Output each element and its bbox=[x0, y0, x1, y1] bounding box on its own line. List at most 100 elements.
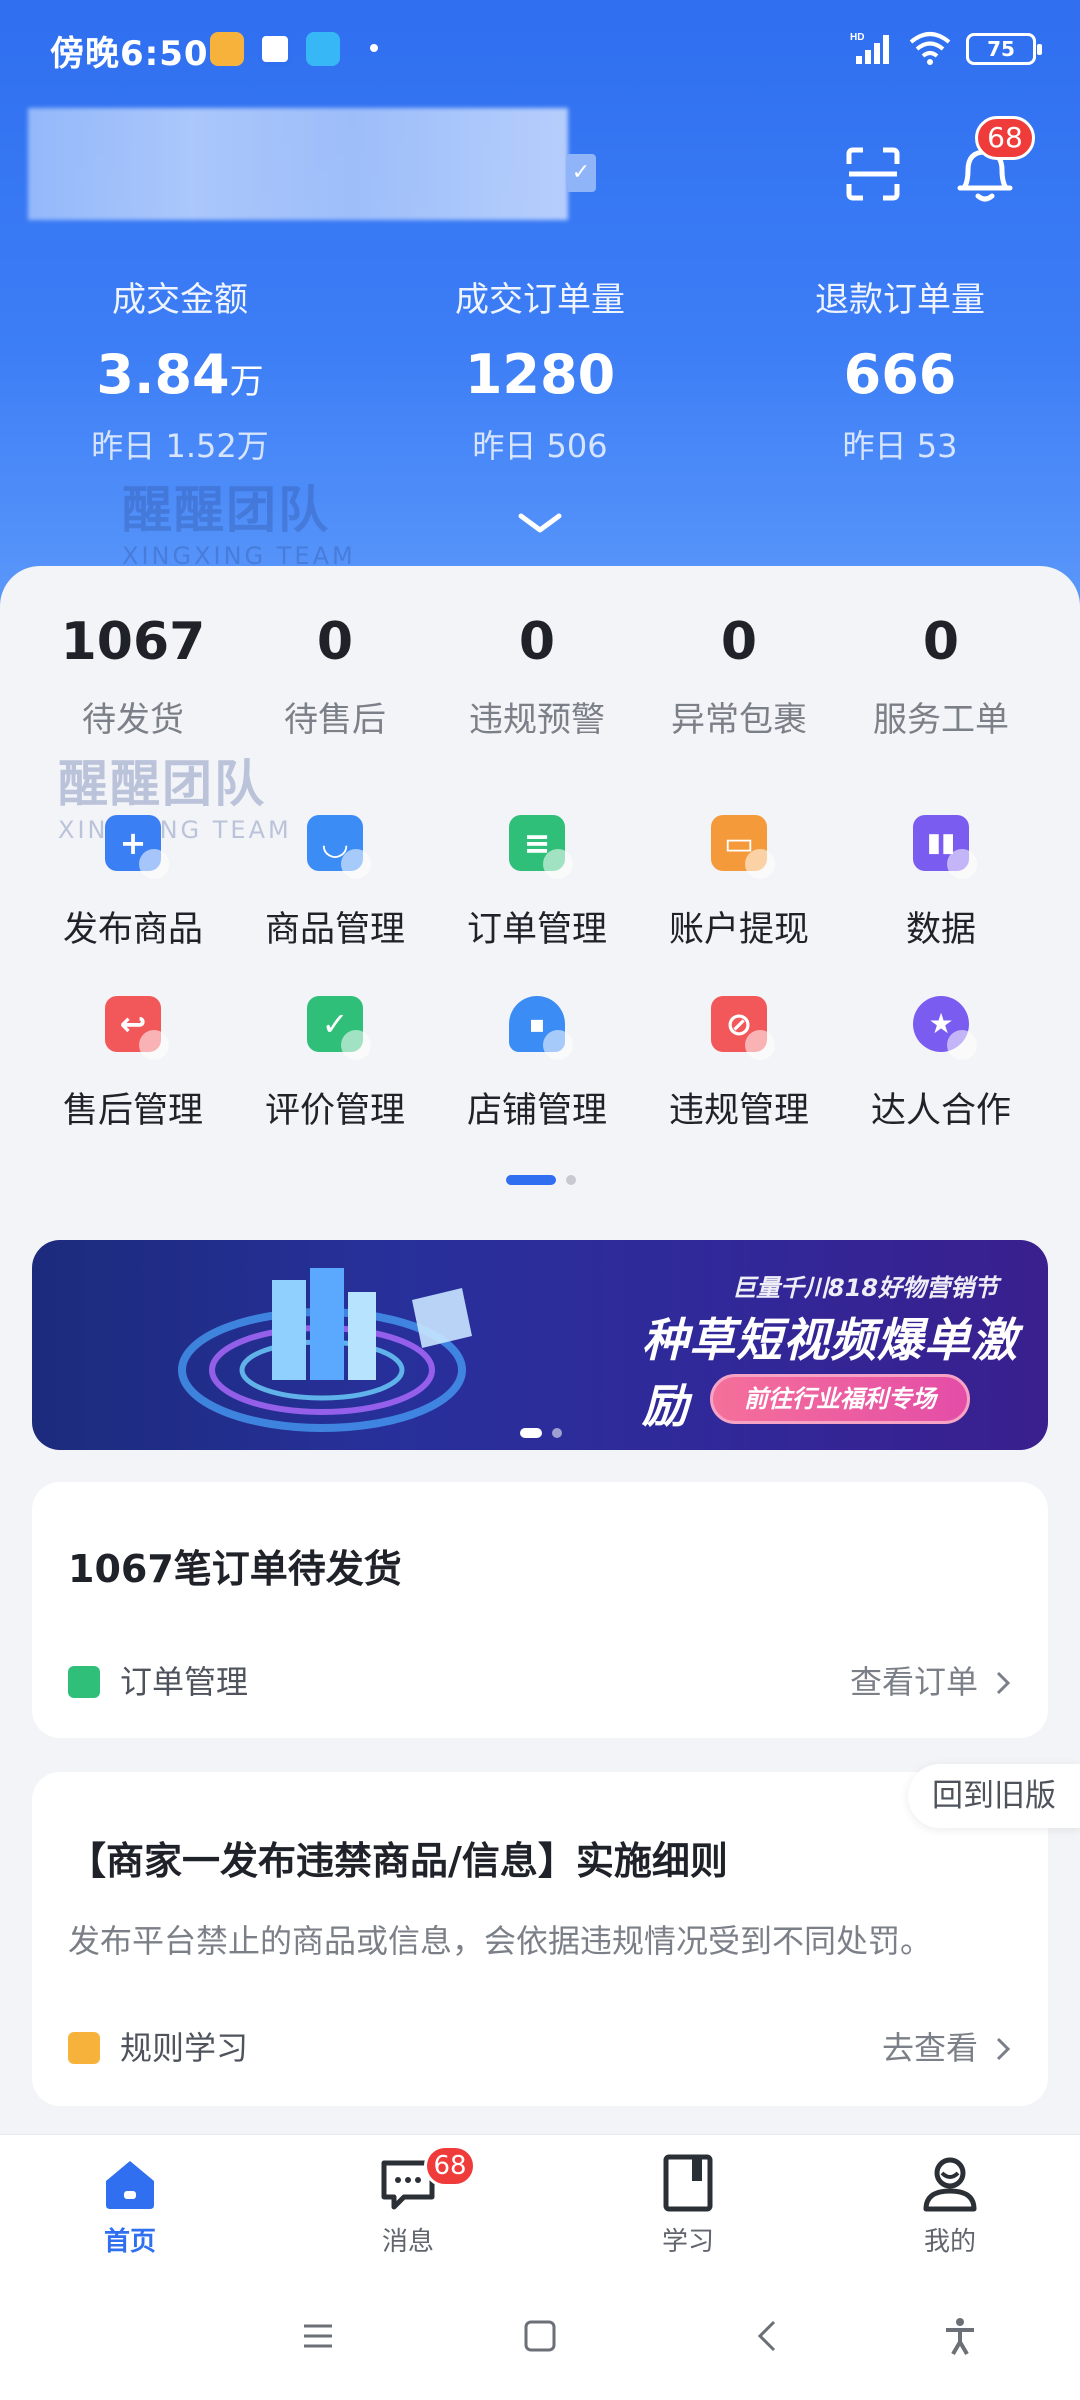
stat-sales-amount[interactable]: 成交金额 3.84万 昨日 1.52万 bbox=[0, 272, 360, 467]
todo-abnormal-package[interactable]: 0 异常包裹 bbox=[638, 612, 840, 741]
banner-cta-button[interactable]: 前往行业福利专场 bbox=[710, 1374, 970, 1424]
shortcut-label: 售后管理 bbox=[62, 1091, 203, 1131]
tab-label: 消息 bbox=[381, 2227, 434, 2257]
bottom-tab-bar: 首页 消息 68 学习 我的 bbox=[0, 2134, 1080, 2270]
todo-pending-aftersale[interactable]: 0 待售后 bbox=[234, 612, 436, 741]
chevron-right-icon bbox=[996, 1671, 1011, 1695]
store-name-blurred[interactable] bbox=[28, 108, 568, 220]
shopping-bag-icon: ◡ bbox=[307, 815, 371, 879]
app-notification-icon bbox=[210, 32, 244, 66]
rule-notice-card[interactable]: 【商家一发布违禁商品/信息】实施细则 发布平台禁止的商品或信息，会依据违规情况受… bbox=[32, 1772, 1048, 2106]
banner-illustration bbox=[178, 1268, 472, 1432]
todo-count: 1067 bbox=[60, 612, 206, 672]
app-notification-icon bbox=[306, 32, 340, 66]
stat-order-count[interactable]: 成交订单量 1280 昨日 506 bbox=[360, 272, 720, 467]
message-badge: 68 bbox=[424, 2145, 476, 2187]
shortcut-label: 评价管理 bbox=[264, 1091, 405, 1131]
stat-yesterday: 昨日 53 bbox=[842, 427, 958, 465]
todo-label: 待发货 bbox=[82, 700, 184, 740]
shortcut-label: 发布商品 bbox=[62, 910, 203, 950]
banner-dot-active bbox=[520, 1428, 542, 1438]
shortcut-label: 店铺管理 bbox=[466, 1091, 607, 1131]
stat-value: 666 bbox=[843, 343, 957, 406]
back-icon[interactable] bbox=[748, 2316, 788, 2356]
todo-label: 异常包裹 bbox=[671, 700, 807, 740]
rule-check-icon bbox=[68, 2032, 100, 2064]
todo-count: 0 bbox=[922, 612, 960, 672]
shortcut-influencer-cooperation[interactable]: ★ 达人合作 bbox=[840, 996, 1042, 1133]
home-icon bbox=[106, 2161, 154, 2209]
todo-count: 0 bbox=[720, 612, 758, 672]
card-tag: 订单管理 bbox=[68, 1662, 248, 1702]
more-notifications-dot bbox=[370, 44, 378, 52]
banner-subtitle: 巨量千川818好物营销节 bbox=[732, 1274, 999, 1302]
tab-learning[interactable]: 学习 bbox=[588, 2153, 788, 2258]
app-notification-icon bbox=[258, 32, 292, 66]
shortcut-data[interactable]: ▮▮ 数据 bbox=[840, 815, 1042, 952]
order-list-icon: ≡ bbox=[509, 815, 573, 879]
stat-label: 成交订单量 bbox=[455, 280, 625, 320]
todo-label: 服务工单 bbox=[873, 700, 1009, 740]
shortcut-order-management[interactable]: ≡ 订单管理 bbox=[436, 815, 638, 952]
card-tag: 规则学习 bbox=[68, 2028, 248, 2068]
return-icon: ↩ bbox=[105, 996, 169, 1060]
card-title: 1067笔订单待发货 bbox=[68, 1547, 402, 1591]
stat-refund-count[interactable]: 退款订单量 666 昨日 53 bbox=[720, 272, 1080, 467]
shortcut-store-management[interactable]: ▪ 店铺管理 bbox=[436, 996, 638, 1133]
store-icon: ▪ bbox=[509, 996, 573, 1060]
verified-check-icon: ✓ bbox=[566, 154, 596, 192]
todo-label: 待售后 bbox=[284, 700, 386, 740]
status-bar: 傍晚6:50 HD 75 bbox=[0, 0, 1080, 96]
shortcut-violation-management[interactable]: ⊘ 违规管理 bbox=[638, 996, 840, 1133]
accessibility-icon[interactable] bbox=[940, 2316, 980, 2356]
signal-icon: HD bbox=[850, 32, 889, 64]
stat-label: 退款订单量 bbox=[815, 280, 985, 320]
tab-home[interactable]: 首页 bbox=[30, 2153, 230, 2258]
stat-value: 1280 bbox=[464, 343, 616, 406]
shortcut-product-management[interactable]: ◡ 商品管理 bbox=[234, 815, 436, 952]
scan-icon[interactable] bbox=[845, 146, 901, 202]
view-orders-link[interactable]: 查看订单 bbox=[850, 1662, 1012, 1702]
shortcut-label: 商品管理 bbox=[264, 910, 405, 950]
promo-banner[interactable]: 巨量千川818好物营销节 种草短视频爆单激励 前往行业福利专场 bbox=[32, 1240, 1048, 1450]
stat-value: 3.84万 bbox=[96, 343, 264, 406]
status-time: 傍晚6:50 bbox=[50, 34, 209, 74]
todo-pending-shipment[interactable]: 1067 待发货 bbox=[32, 612, 234, 741]
check-icon: ✓ bbox=[307, 996, 371, 1060]
shortcut-aftersale-management[interactable]: ↩ 售后管理 bbox=[32, 996, 234, 1133]
battery-icon: 75 bbox=[966, 33, 1042, 65]
home-square-icon[interactable] bbox=[520, 2316, 560, 2356]
bar-chart-icon: ▮▮ bbox=[913, 815, 977, 879]
pager-dot-active bbox=[506, 1175, 556, 1185]
todo-violation-warning[interactable]: 0 违规预警 bbox=[436, 612, 638, 741]
shortcut-label: 账户提现 bbox=[668, 910, 809, 950]
wallet-icon: ▭ bbox=[711, 815, 775, 879]
pager-dot bbox=[566, 1175, 576, 1185]
expand-chevron-down-icon[interactable] bbox=[515, 508, 565, 538]
menu-icon[interactable] bbox=[298, 2316, 338, 2356]
shortcut-label: 数据 bbox=[905, 910, 976, 950]
profile-icon bbox=[923, 2157, 977, 2212]
back-to-old-version-button[interactable]: 回到旧版 bbox=[908, 1764, 1080, 1828]
chevron-right-icon bbox=[996, 2037, 1011, 2061]
shortcut-publish-product[interactable]: + 发布商品 bbox=[32, 815, 234, 952]
notification-badge: 68 bbox=[975, 116, 1035, 160]
todo-count: 0 bbox=[316, 612, 354, 672]
pending-shipment-card[interactable]: 1067笔订单待发货 订单管理 查看订单 bbox=[32, 1482, 1048, 1738]
todo-service-ticket[interactable]: 0 服务工单 bbox=[840, 612, 1042, 741]
add-product-icon: + bbox=[105, 815, 169, 879]
star-badge-icon: ★ bbox=[913, 996, 977, 1060]
tab-label: 我的 bbox=[923, 2227, 976, 2257]
shortcut-review-management[interactable]: ✓ 评价管理 bbox=[234, 996, 436, 1133]
network-label: HD bbox=[850, 32, 864, 43]
go-view-link[interactable]: 去查看 bbox=[882, 2028, 1012, 2068]
todo-label: 违规预警 bbox=[469, 700, 605, 740]
stat-yesterday: 昨日 1.52万 bbox=[91, 427, 269, 465]
shortcut-account-withdraw[interactable]: ▭ 账户提现 bbox=[638, 815, 840, 952]
stat-yesterday: 昨日 506 bbox=[472, 427, 608, 465]
tab-profile[interactable]: 我的 bbox=[850, 2153, 1050, 2258]
prohibited-icon: ⊘ bbox=[711, 996, 775, 1060]
shortcut-label: 订单管理 bbox=[466, 910, 607, 950]
card-title: 【商家一发布违禁商品/信息】实施细则 bbox=[68, 1839, 728, 1883]
tab-messages[interactable]: 消息 68 bbox=[308, 2145, 508, 2258]
